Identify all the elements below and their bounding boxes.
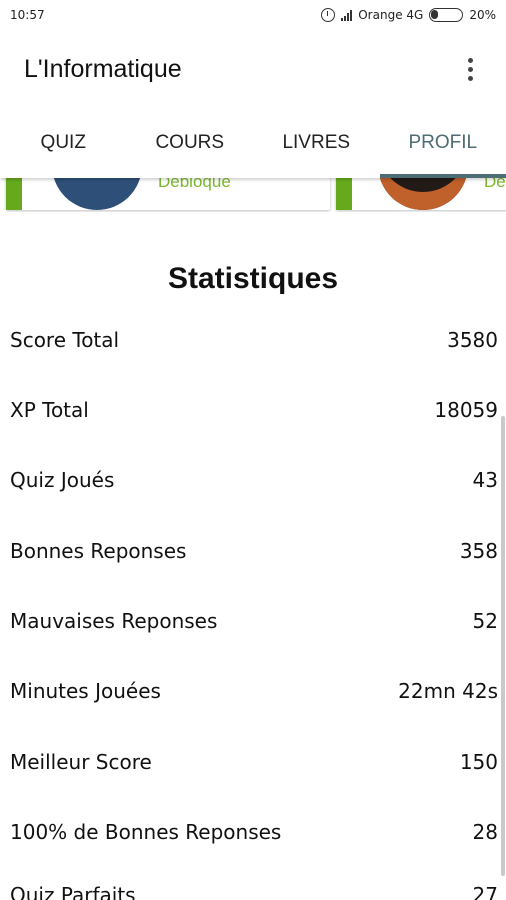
tab-livres[interactable]: LIVRES <box>253 108 380 178</box>
tab-cours-label: COURS <box>155 132 225 153</box>
stat-row: 100% de Bonnes Reponses 28 <box>10 817 498 847</box>
stat-value: 43 <box>472 468 498 492</box>
achievement-card[interactable]: Débloqué <box>6 178 330 210</box>
achievement-cards: Débloqué Dé <box>0 178 506 212</box>
stat-row: Score Total 3580 <box>10 325 498 355</box>
battery-level: 20% <box>469 8 496 22</box>
stat-row: Quiz Parfaits 27 <box>10 880 498 900</box>
stat-value: 28 <box>472 820 498 844</box>
tab-livres-label: LIVRES <box>282 132 351 153</box>
stat-label: Minutes Jouées <box>10 679 161 703</box>
stat-value: 18059 <box>434 398 498 422</box>
stat-label: Quiz Joués <box>10 468 115 492</box>
card-accent <box>6 178 22 210</box>
avatar <box>52 178 142 210</box>
stat-label: Meilleur Score <box>10 750 152 774</box>
stat-value: 3580 <box>447 328 498 352</box>
stat-value: 52 <box>472 609 498 633</box>
tab-profil-label: PROFIL <box>408 132 478 153</box>
avatar <box>378 178 468 210</box>
stat-label: Quiz Parfaits <box>10 883 136 900</box>
scrollbar[interactable] <box>501 416 505 876</box>
stat-label: Score Total <box>10 328 120 352</box>
carrier-label: Orange 4G <box>358 8 424 22</box>
status-icons: Orange 4G 20% <box>321 8 496 22</box>
stat-label: Mauvaises Reponses <box>10 609 218 633</box>
signal-icon <box>341 9 353 21</box>
stat-row: Quiz Joués 43 <box>10 465 498 495</box>
alarm-icon <box>321 8 336 22</box>
card-status: Débloqué <box>158 178 231 191</box>
stat-row: Mauvaises Reponses 52 <box>10 606 498 636</box>
tab-quiz-label: QUIZ <box>40 132 86 153</box>
stat-label: Bonnes Reponses <box>10 539 187 563</box>
card-status: Dé <box>484 178 506 191</box>
tab-cours[interactable]: COURS <box>127 108 254 178</box>
app-title: L'Informatique <box>24 54 182 83</box>
app-bar: L'Informatique <box>0 30 506 108</box>
stat-value: 358 <box>459 539 498 563</box>
stat-row: Minutes Jouées 22mn 42s <box>10 676 498 706</box>
more-vert-icon[interactable] <box>458 54 482 84</box>
stat-label: 100% de Bonnes Reponses <box>10 820 282 844</box>
battery-icon <box>429 8 464 22</box>
tab-profil[interactable]: PROFIL <box>379 108 506 178</box>
stat-row: Bonnes Reponses 358 <box>10 536 498 566</box>
stat-label: XP Total <box>10 398 89 422</box>
stat-value: 22mn 42s <box>398 679 498 703</box>
stat-value: 27 <box>472 883 498 900</box>
stat-row: XP Total 18059 <box>10 395 498 425</box>
achievement-card[interactable]: Dé <box>336 178 506 210</box>
stat-row: Meilleur Score 150 <box>10 747 498 777</box>
statistics-title: Statistiques <box>167 262 339 295</box>
card-accent <box>336 178 352 210</box>
tab-quiz[interactable]: QUIZ <box>0 108 127 178</box>
status-bar: 10:57 Orange 4G 20% <box>0 0 506 30</box>
status-time: 10:57 <box>10 8 45 22</box>
tab-bar: QUIZ COURS LIVRES PROFIL <box>0 108 506 178</box>
stat-value: 150 <box>459 750 498 774</box>
